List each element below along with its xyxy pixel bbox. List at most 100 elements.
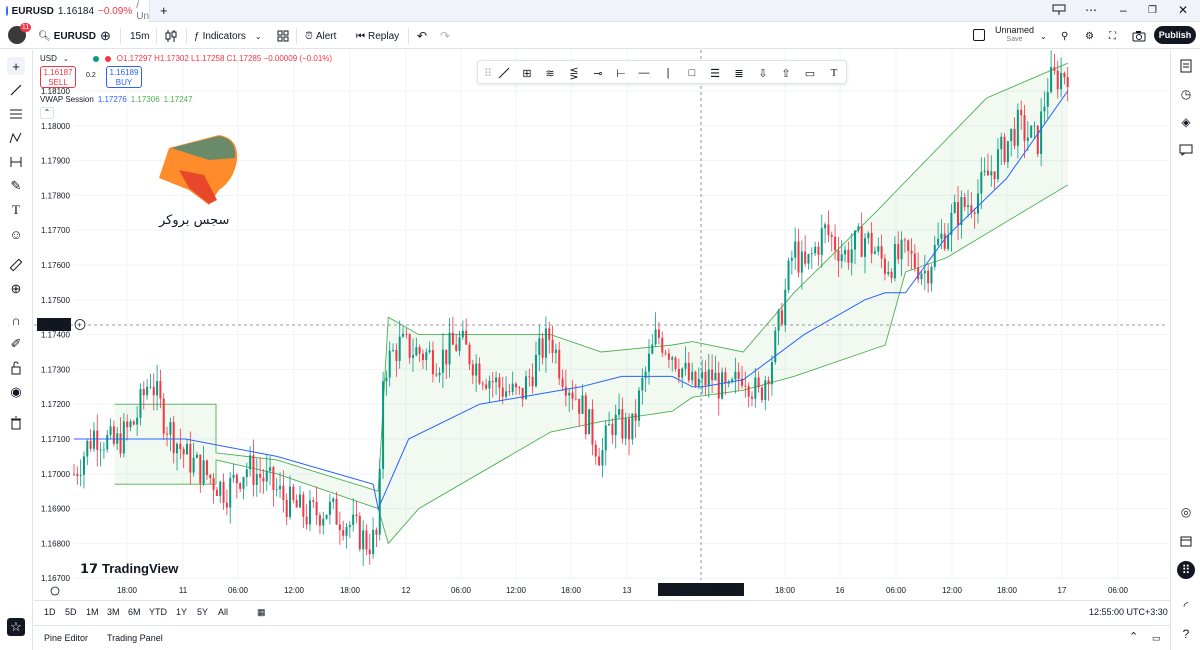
- fullscreen-icon[interactable]: ⛶: [1109, 27, 1116, 45]
- sell-button[interactable]: 1.16187 SELL: [40, 66, 76, 88]
- short-position-icon[interactable]: ≣: [731, 65, 747, 81]
- date-range-calendar-icon[interactable]: ▦: [257, 607, 266, 618]
- measure-range-icon[interactable]: [7, 153, 25, 171]
- candle-body: [1023, 115, 1026, 141]
- more-icon[interactable]: ⋯: [1085, 3, 1097, 17]
- pattern-icon[interactable]: [7, 129, 25, 147]
- stay-in-drawing-icon[interactable]: ✐: [7, 335, 25, 353]
- watchlist-icon[interactable]: [1177, 57, 1195, 75]
- apps-grid-icon[interactable]: ⠿: [1177, 561, 1195, 579]
- candles-icon[interactable]: [165, 27, 177, 45]
- h-line-icon[interactable]: —: [636, 65, 652, 81]
- eye-icon[interactable]: ◉: [7, 383, 25, 401]
- range-button-1y[interactable]: 1Y: [176, 607, 187, 617]
- trendline-icon[interactable]: [7, 81, 25, 99]
- help-icon[interactable]: ?: [1177, 625, 1195, 643]
- search-icon: 🔍︎: [38, 30, 51, 42]
- vwap-label[interactable]: VWAP Session: [40, 95, 94, 104]
- minimize-icon[interactable]: –: [1120, 3, 1127, 17]
- emoji-icon[interactable]: ☺: [7, 225, 25, 243]
- range-button-all[interactable]: All: [218, 607, 228, 617]
- arrow-up-icon[interactable]: ⇧: [778, 65, 794, 81]
- price-chart[interactable]: 1.181001.180001.179001.178001.177001.176…: [34, 50, 1170, 600]
- close-icon[interactable]: ✕: [1178, 3, 1188, 17]
- channel-tool-icon[interactable]: ≋: [542, 65, 558, 81]
- trading-panel-tab[interactable]: Trading Panel: [107, 633, 163, 643]
- range-button-1d[interactable]: 1D: [44, 607, 56, 617]
- alerts-clock-icon[interactable]: ◷: [1177, 85, 1195, 103]
- collapse-legend-icon[interactable]: ⌃: [40, 107, 54, 119]
- layout-name-button[interactable]: Unnamed Save: [995, 25, 1034, 45]
- range-button-3m[interactable]: 3M: [107, 607, 120, 617]
- x-tick-label: 12: [402, 586, 411, 595]
- text-tool-icon[interactable]: T: [7, 201, 25, 219]
- camera-icon[interactable]: [1132, 27, 1146, 45]
- settings-gear-icon[interactable]: ⚙: [1085, 27, 1094, 45]
- browser-tab[interactable]: EURUSD 1.16184 −0.09% / Un: [0, 0, 150, 22]
- crosshair-icon[interactable]: +: [7, 57, 25, 75]
- new-tab-icon[interactable]: +: [160, 3, 168, 18]
- quick-search-icon[interactable]: ⚲: [1061, 27, 1068, 45]
- range-button-5y[interactable]: 5Y: [197, 607, 208, 617]
- buy-button[interactable]: 1.16189 BUY: [106, 66, 142, 88]
- target-icon[interactable]: ◎: [1177, 503, 1195, 521]
- candle-body: [930, 266, 933, 284]
- chevron-down-icon[interactable]: ⌄: [1040, 27, 1047, 45]
- pine-editor-tab[interactable]: Pine Editor: [44, 633, 88, 643]
- candle-body: [362, 530, 365, 550]
- redo-icon[interactable]: ↷: [440, 27, 450, 45]
- horizontal-ray-icon[interactable]: ⊸: [590, 65, 606, 81]
- candle-body: [541, 338, 544, 358]
- candle-body: [478, 363, 481, 384]
- range-button-1m[interactable]: 1M: [86, 607, 99, 617]
- restore-icon[interactable]: ❐: [1148, 5, 1157, 16]
- ruler-icon[interactable]: [7, 256, 25, 274]
- line-tool-icon[interactable]: [496, 65, 512, 81]
- layers-icon[interactable]: ◈: [1177, 113, 1195, 131]
- compare-plus-icon[interactable]: ⊕: [100, 27, 111, 45]
- brush-icon[interactable]: ✎: [7, 177, 25, 195]
- range-tool-icon[interactable]: ⊢: [613, 65, 629, 81]
- title-bar: EURUSD 1.16184 −0.09% / Un + ⋯ – ❐ ✕: [0, 0, 1200, 22]
- candle-body: [601, 450, 604, 466]
- undo-icon[interactable]: ↶: [417, 27, 427, 45]
- lock-icon[interactable]: [7, 359, 25, 377]
- calendar-icon[interactable]: [1177, 532, 1195, 550]
- fan-tool-icon[interactable]: ⋚: [566, 65, 582, 81]
- arrow-down-icon[interactable]: ⇩: [755, 65, 771, 81]
- text-icon[interactable]: T: [826, 65, 842, 81]
- currency-label[interactable]: USD: [40, 54, 57, 63]
- alert-button[interactable]: ⏰︎ Alert: [305, 27, 336, 45]
- candle-body: [887, 271, 890, 274]
- long-position-icon[interactable]: ☰: [707, 65, 723, 81]
- panel-icon[interactable]: [1052, 4, 1066, 19]
- range-button-ytd[interactable]: YTD: [149, 607, 167, 617]
- symbol-search[interactable]: 🔍︎ EURUSD: [38, 27, 96, 45]
- templates-icon[interactable]: [277, 27, 289, 45]
- callout-icon[interactable]: ▭: [802, 65, 818, 81]
- indicators-button[interactable]: ƒ Indicators ⌄: [194, 27, 262, 45]
- zoom-in-icon[interactable]: ⊕: [7, 280, 25, 298]
- candle-body: [554, 349, 557, 353]
- chevron-up-icon[interactable]: ⌃: [1129, 630, 1138, 643]
- timezone-clock[interactable]: 12:55:00 UTC+3:30: [1089, 607, 1168, 617]
- magnet-icon[interactable]: ∩: [7, 311, 25, 329]
- range-button-5d[interactable]: 5D: [65, 607, 77, 617]
- layout-checkbox-icon[interactable]: [973, 29, 985, 41]
- range-button-6m[interactable]: 6M: [128, 607, 141, 617]
- v-line-icon[interactable]: |: [660, 65, 676, 81]
- fib-retracement-icon[interactable]: [7, 105, 25, 123]
- grid-tool-icon[interactable]: ⊞: [519, 65, 535, 81]
- interval-button[interactable]: 15m: [130, 27, 149, 45]
- maximize-panel-icon[interactable]: ▭: [1152, 633, 1161, 644]
- rectangle-icon[interactable]: □: [684, 65, 700, 81]
- star-favorites-icon[interactable]: ☆: [7, 618, 25, 636]
- replay-button[interactable]: ⏮︎ Replay: [356, 27, 399, 45]
- signal-icon[interactable]: ◜: [1177, 597, 1195, 615]
- trash-icon[interactable]: [7, 414, 25, 432]
- tradingview-favicon-icon: [6, 6, 8, 16]
- chat-icon[interactable]: [1177, 141, 1195, 159]
- drag-handle-icon[interactable]: ⠿: [480, 65, 496, 81]
- candle-body: [594, 444, 597, 457]
- publish-button[interactable]: Publish: [1154, 26, 1196, 44]
